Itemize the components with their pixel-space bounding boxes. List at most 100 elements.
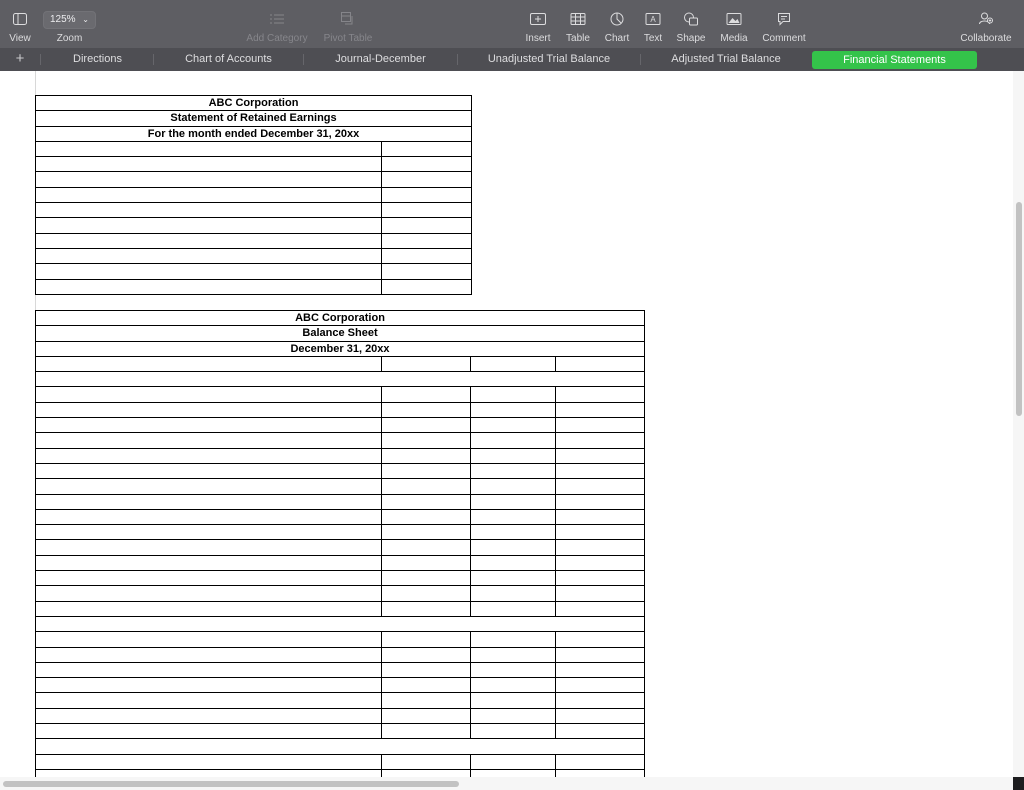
table-cell[interactable] [381, 401, 471, 419]
table-cell[interactable] [381, 447, 471, 464]
table-cell[interactable] [554, 386, 646, 403]
table-cell[interactable] [470, 600, 556, 617]
table-cell[interactable] [554, 600, 646, 617]
table-cell[interactable] [381, 723, 471, 740]
table-cell[interactable] [381, 677, 471, 694]
table-cell[interactable] [35, 723, 382, 740]
tab-chart-of-accounts[interactable]: Chart of Accounts [154, 48, 303, 71]
table-cell[interactable] [554, 401, 646, 419]
insert-button[interactable]: Insert [521, 0, 555, 48]
table-cell[interactable] [35, 140, 382, 158]
table-cell[interactable] [470, 677, 556, 694]
table-cell[interactable] [35, 508, 382, 526]
add-sheet-button[interactable]: + [13, 48, 27, 71]
table-cell[interactable] [554, 447, 646, 464]
table-cell[interactable] [35, 217, 382, 234]
bs-date-cell[interactable]: December 31, 20xx [34, 340, 646, 357]
table-cell[interactable] [35, 156, 382, 173]
table-cell[interactable] [381, 417, 471, 434]
chart-button[interactable]: Chart [601, 0, 633, 48]
pivot-table-button[interactable]: Pivot Table [318, 0, 378, 48]
table-cell[interactable] [381, 570, 471, 587]
balance-sheet-table[interactable]: ABC Corporation Balance Sheet December 3… [34, 309, 646, 777]
tab-financial-statements[interactable]: Financial Statements [812, 51, 977, 69]
table-cell[interactable] [470, 661, 556, 679]
collaborate-button[interactable]: Collaborate [956, 0, 1016, 48]
table-cell[interactable] [554, 554, 646, 572]
retained-earnings-table[interactable]: ABC Corporation Statement of Retained Ea… [34, 94, 473, 295]
table-cell[interactable] [554, 355, 646, 373]
table-cell[interactable] [35, 432, 382, 449]
table-cell[interactable] [381, 768, 471, 777]
table-cell[interactable] [35, 753, 382, 770]
table-cell[interactable] [470, 768, 556, 777]
table-cell[interactable] [554, 661, 646, 679]
tab-directions[interactable]: Directions [42, 48, 153, 71]
table-cell[interactable] [35, 386, 382, 403]
re-company-cell[interactable]: ABC Corporation [34, 94, 473, 112]
table-cell[interactable] [381, 554, 471, 572]
table-cell[interactable] [35, 585, 382, 602]
table-cell[interactable] [554, 570, 646, 587]
shape-button[interactable]: Shape [673, 0, 709, 48]
vertical-scroll-thumb[interactable] [1016, 202, 1022, 416]
table-cell[interactable] [381, 753, 471, 770]
table-cell[interactable] [35, 661, 382, 679]
table-cell[interactable] [380, 140, 473, 158]
table-cell[interactable] [470, 462, 556, 480]
section-header-cell[interactable] [34, 371, 646, 388]
table-cell[interactable] [380, 156, 473, 173]
table-cell[interactable] [554, 508, 646, 526]
table-cell[interactable] [470, 692, 556, 709]
table-cell[interactable] [381, 600, 471, 617]
table-cell[interactable] [35, 646, 382, 663]
table-cell[interactable] [35, 524, 382, 541]
table-cell[interactable] [470, 478, 556, 495]
table-cell[interactable] [381, 539, 471, 556]
text-button[interactable]: A Text [638, 0, 668, 48]
table-cell[interactable] [381, 508, 471, 526]
table-cell[interactable] [35, 478, 382, 495]
table-cell[interactable] [554, 646, 646, 663]
table-cell[interactable] [554, 677, 646, 694]
tab-adjusted-trial-balance[interactable]: Adjusted Trial Balance [641, 48, 811, 71]
table-cell[interactable] [35, 447, 382, 464]
table-cell[interactable] [470, 493, 556, 510]
table-cell[interactable] [554, 493, 646, 510]
table-cell[interactable] [380, 202, 473, 219]
table-cell[interactable] [35, 631, 382, 648]
table-cell[interactable] [554, 478, 646, 495]
table-cell[interactable] [35, 401, 382, 419]
table-cell[interactable] [470, 753, 556, 770]
table-cell[interactable] [35, 768, 382, 777]
vertical-scrollbar[interactable] [1013, 71, 1024, 777]
table-cell[interactable] [554, 723, 646, 740]
table-cell[interactable] [381, 707, 471, 725]
table-cell[interactable] [35, 417, 382, 434]
table-cell[interactable] [470, 585, 556, 602]
table-cell[interactable] [381, 386, 471, 403]
table-cell[interactable] [35, 232, 382, 249]
table-cell[interactable] [381, 692, 471, 709]
table-cell[interactable] [35, 677, 382, 694]
table-cell[interactable] [381, 661, 471, 679]
table-cell[interactable] [554, 768, 646, 777]
table-cell[interactable] [470, 631, 556, 648]
table-cell[interactable] [381, 524, 471, 541]
table-cell[interactable] [470, 570, 556, 587]
table-cell[interactable] [380, 217, 473, 234]
table-cell[interactable] [554, 585, 646, 602]
table-cell[interactable] [35, 202, 382, 219]
table-cell[interactable] [470, 524, 556, 541]
table-cell[interactable] [470, 508, 556, 526]
table-cell[interactable] [470, 355, 556, 373]
table-cell[interactable] [554, 539, 646, 556]
table-cell[interactable] [381, 646, 471, 663]
table-cell[interactable] [381, 631, 471, 648]
table-cell[interactable] [381, 432, 471, 449]
table-cell[interactable] [35, 493, 382, 510]
table-cell[interactable] [35, 263, 382, 280]
table-cell[interactable] [554, 524, 646, 541]
table-cell[interactable] [554, 707, 646, 725]
table-cell[interactable] [470, 401, 556, 419]
